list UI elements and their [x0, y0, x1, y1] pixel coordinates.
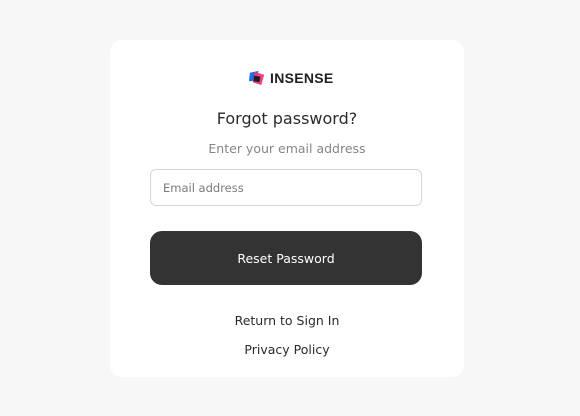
reset-password-button[interactable]: Reset Password	[150, 231, 422, 285]
return-to-sign-in-link[interactable]: Return to Sign In	[110, 312, 464, 330]
insense-logo-icon	[248, 70, 265, 85]
email-field	[150, 169, 422, 206]
brand-name: INSENSE	[270, 70, 334, 86]
page-title: Forgot password?	[216, 109, 358, 128]
brand-logo: INSENSE	[248, 68, 334, 88]
page-subtitle: Enter your email address	[208, 141, 366, 156]
privacy-policy-link[interactable]: Privacy Policy	[110, 341, 464, 359]
forgot-password-page: INSENSE Forgot password? Enter your emai…	[0, 0, 580, 416]
email-input[interactable]	[151, 170, 421, 205]
